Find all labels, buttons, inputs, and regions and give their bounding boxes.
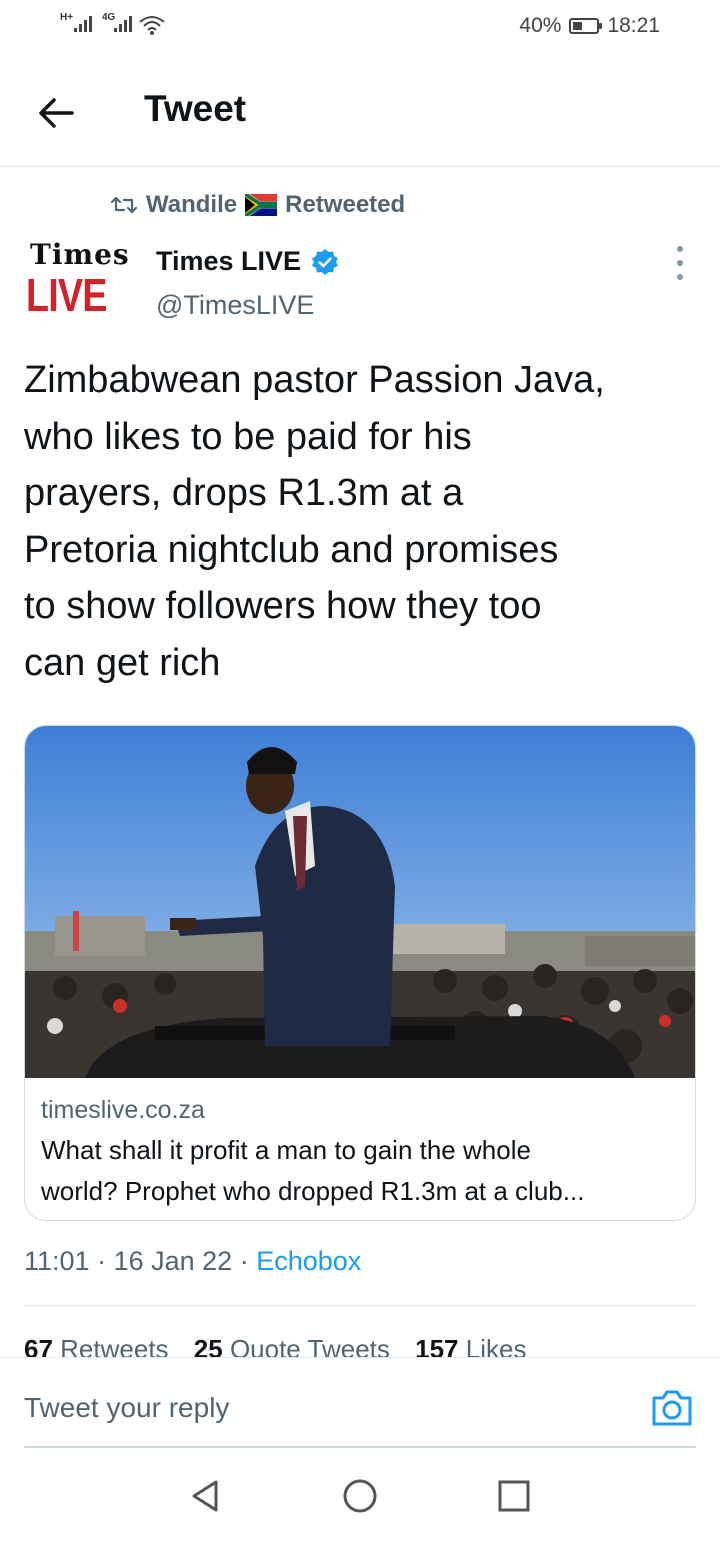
tweet-text: Zimbabwean pastor Passion Java, who like…: [24, 352, 704, 691]
signal-strength-icon-2: [114, 16, 132, 32]
author-name-text: Times LIVE: [156, 246, 302, 276]
nav-back-button[interactable]: [188, 1478, 224, 1514]
tweet-text-line: can get rich: [24, 641, 221, 684]
card-title: What shall it profit a man to gain the w…: [41, 1130, 681, 1212]
card-domain: timeslive.co.za: [41, 1096, 205, 1124]
likes-label: Likes: [465, 1334, 527, 1358]
nav-home-icon: [343, 1479, 377, 1513]
verified-badge-icon: [312, 248, 339, 275]
back-button[interactable]: [32, 88, 82, 138]
logo-live-text: LIVE: [26, 269, 107, 321]
camera-icon: [652, 1390, 692, 1426]
tweet-meta: 11:01 · 16 Jan 22 · Echobox: [24, 1246, 361, 1277]
retweets-count: 67: [24, 1334, 53, 1358]
card-title-line: What shall it profit a man to gain the w…: [41, 1135, 531, 1165]
signal-strength-icon: [74, 16, 92, 32]
page-title: Tweet: [144, 88, 247, 129]
battery-percent: 40%: [519, 14, 562, 37]
retweets-label: Retweets: [60, 1334, 169, 1358]
quote-tweets-count: 25: [193, 1334, 223, 1358]
nav-recents-button[interactable]: [496, 1478, 532, 1514]
camera-button[interactable]: [650, 1388, 694, 1428]
reply-input[interactable]: Tweet your reply: [24, 1392, 229, 1424]
meta-separator: ·: [97, 1246, 107, 1276]
tweet-date: 16 Jan 22: [113, 1246, 233, 1276]
tweet-text-line: Zimbabwean pastor Passion Java,: [24, 359, 605, 401]
system-nav-bar: [0, 1448, 720, 1541]
tweet-text-line: prayers, drops R1.3m at a: [24, 472, 464, 514]
engagement-stats: 67 Retweets 25 Quote Tweets 157 Likes: [24, 1334, 544, 1358]
reply-composer: Tweet your reply: [0, 1357, 720, 1448]
nav-back-icon: [192, 1480, 218, 1512]
status-right: 40% 18:21: [519, 14, 660, 38]
link-preview-card[interactable]: timeslive.co.za What shall it profit a m…: [24, 725, 696, 1221]
more-dot-icon: [677, 274, 683, 280]
tweet-time: 11:01: [24, 1246, 90, 1276]
quote-tweets-stat[interactable]: 25 Quote Tweets: [194, 1334, 390, 1358]
wifi-icon: [139, 16, 165, 35]
logo-times-text: Times: [30, 238, 130, 271]
more-options-button[interactable]: [666, 246, 694, 280]
retweeter-name: Wandile: [146, 191, 238, 218]
meta-separator: ·: [239, 1246, 249, 1276]
nav-home-button[interactable]: [342, 1478, 378, 1514]
likes-stat[interactable]: 157 Likes: [415, 1334, 526, 1358]
retweets-stat[interactable]: 67 Retweets: [24, 1334, 169, 1358]
status-bar: H+ 4G 40% 18:21: [0, 0, 720, 56]
nav-recents-icon: [498, 1480, 530, 1512]
battery-icon: [569, 18, 603, 34]
retweet-icon: [110, 196, 138, 214]
avatar[interactable]: Times LIVE: [24, 238, 132, 330]
tweet-text-line: Pretoria nightclub and promises: [24, 528, 559, 571]
author-display-name[interactable]: Times LIVE: [156, 246, 339, 277]
retweeted-label: Retweeted: [285, 191, 406, 218]
card-title-line: world? Prophet who dropped R1.3m at a cl…: [41, 1176, 585, 1206]
quote-tweets-label: Quote Tweets: [229, 1334, 390, 1358]
divider: [24, 1305, 696, 1306]
more-dot-icon: [677, 246, 683, 252]
top-app-bar: Tweet: [0, 56, 720, 167]
arrow-left-icon: [39, 98, 74, 128]
author-handle[interactable]: @TimesLIVE: [156, 290, 314, 321]
signal-type-label: H+: [60, 12, 74, 23]
card-image: [25, 726, 695, 1078]
likes-count: 157: [415, 1334, 459, 1358]
retweet-context[interactable]: Wandile Retweeted: [110, 188, 405, 222]
clock: 18:21: [607, 14, 660, 37]
tweet-source-link[interactable]: Echobox: [256, 1246, 361, 1276]
more-dot-icon: [677, 260, 683, 266]
tweet-text-line: to show followers how they too: [24, 585, 542, 627]
tweet-text-line: who likes to be paid for his: [24, 415, 472, 458]
south-africa-flag-icon: [245, 194, 278, 216]
